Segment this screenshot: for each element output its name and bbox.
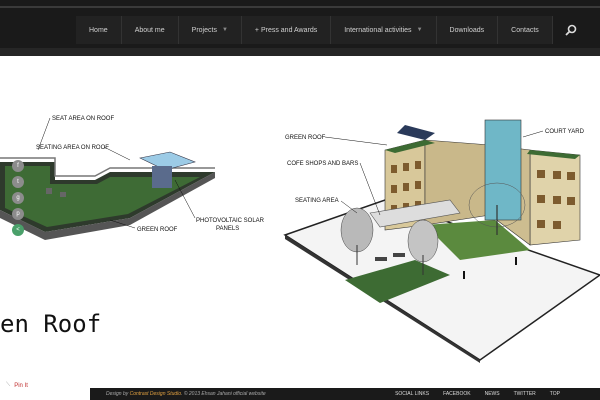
twitter-share-icon[interactable]: t	[12, 176, 24, 188]
person	[515, 257, 517, 265]
footer-bar: Design by Contrast Design Studio. © 2013…	[90, 388, 600, 400]
label-cofe-shops: COFE SHOPS AND BARS	[287, 161, 358, 167]
nav-home[interactable]: Home	[76, 16, 122, 44]
nav-contacts-label: Contacts	[511, 26, 539, 34]
label-court-yard: COURT YARD	[545, 129, 585, 135]
footer-link-social[interactable]: SOCIAL LINKS	[395, 391, 429, 397]
label-panels: PANELS	[216, 226, 239, 232]
roof-solar-panel	[397, 125, 435, 140]
google-plus-share-icon[interactable]: g	[12, 192, 24, 204]
footer-link-news[interactable]: NEWS	[485, 391, 500, 397]
credit-prefix: Design by	[106, 391, 129, 397]
label-green-roof-left: GREEN ROOF	[137, 227, 178, 233]
pinterest-share-icon[interactable]: p	[12, 208, 24, 220]
nav-about-me[interactable]: About me	[121, 16, 179, 44]
pin-it-label: Pin It	[14, 382, 28, 389]
footer-link-twitter[interactable]: TWITTER	[514, 391, 536, 397]
facebook-share-icon[interactable]: f	[12, 160, 24, 172]
chevron-down-icon: ▼	[416, 27, 423, 33]
social-share-bar: f t g p <	[12, 160, 24, 236]
footer-links: SOCIAL LINKS FACEBOOK NEWS TWITTER TOP	[395, 388, 560, 400]
search-button[interactable]	[561, 16, 581, 44]
nav-about-label: About me	[134, 26, 165, 34]
footer-credit: Design by Contrast Design Studio. © 2013…	[106, 391, 266, 397]
nav-contacts[interactable]: Contacts	[498, 16, 553, 44]
bench	[375, 257, 387, 261]
nav-projects[interactable]: Projects ▼	[178, 16, 242, 44]
bench	[393, 253, 405, 257]
person	[463, 271, 465, 279]
seat	[60, 192, 66, 197]
share-icon[interactable]: <	[12, 224, 24, 236]
leader-line	[324, 136, 388, 146]
nav-international-label: International activities	[344, 26, 412, 34]
search-icon	[565, 24, 577, 36]
studio-link[interactable]: Contrast Design Studio	[130, 391, 181, 397]
label-photovoltaic: PHOTOVOLTAIC SOLAR	[196, 218, 265, 224]
nav-press-awards[interactable]: + Press and Awards	[241, 16, 332, 44]
chevron-down-icon: ▼	[221, 27, 228, 33]
footer-link-top[interactable]: TOP	[550, 391, 560, 397]
right-courtyard-render: GREEN ROOF COURT YARD COFE SHOPS AND BAR…	[283, 119, 600, 363]
pinterest-icon: ⟍	[6, 382, 11, 388]
top-navigation-bar: Home About me Projects ▼ + Press and Awar…	[0, 0, 600, 56]
left-roof-render: SEAT AREA ON ROOF SEATING AREA ON ROOF P…	[0, 116, 265, 240]
main-menu: Home About me Projects ▼ + Press and Awar…	[76, 16, 581, 44]
nav-projects-label: Projects	[191, 26, 217, 34]
nav-downloads[interactable]: Downloads	[436, 16, 499, 44]
top-rule	[0, 6, 600, 8]
nav-home-label: Home	[89, 26, 108, 34]
nav-international[interactable]: International activities ▼	[331, 16, 437, 44]
nav-press-label: + Press and Awards	[254, 26, 318, 34]
seat	[46, 188, 52, 194]
label-green-roof-right: GREEN ROOF	[285, 135, 326, 141]
nav-downloads-label: Downloads	[449, 26, 485, 34]
page-title: en Roof	[0, 310, 102, 338]
pin-it-button[interactable]: ⟍ Pin It	[6, 382, 28, 389]
footer-link-facebook[interactable]: FACEBOOK	[443, 391, 471, 397]
label-seating-area: SEATING AREA	[295, 198, 339, 204]
credit-suffix: . © 2013 Ehsan Jahani official website	[181, 391, 266, 397]
label-seat-area-roof: SEAT AREA ON ROOF	[52, 116, 114, 122]
nav-bottom-rule	[0, 48, 600, 56]
leader-line	[522, 130, 544, 138]
glass-tower	[484, 119, 522, 221]
stair-box	[152, 166, 172, 188]
label-seating-area-roof: SEATING AREA ON ROOF	[36, 145, 109, 151]
